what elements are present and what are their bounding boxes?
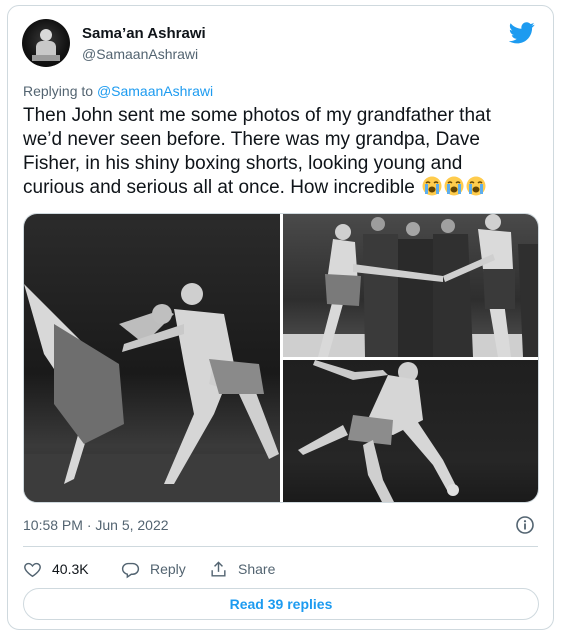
heart-icon [24, 562, 41, 577]
like-count: 40.3K [52, 561, 89, 577]
avatar[interactable] [22, 19, 70, 67]
like-button[interactable]: 40.3K [23, 554, 89, 584]
share-button[interactable]: Share [209, 554, 275, 584]
photo-dancer-leaning[interactable] [283, 360, 538, 502]
tweet-body: Then John sent me some photos of my gran… [23, 105, 491, 198]
tweet-header: Sama’an Ashrawi @SamaanAshrawi [22, 18, 539, 68]
author-name[interactable]: Sama’an Ashrawi [82, 25, 206, 42]
crying-face-emoji-icon [422, 176, 442, 196]
replying-prefix: Replying to [23, 83, 97, 99]
crying-face-emoji-icon [444, 176, 464, 196]
author-handle[interactable]: @SamaanAshrawi [82, 46, 198, 62]
reply-mention-link[interactable]: @SamaanAshrawi [97, 83, 213, 99]
crying-face-emoji-icon [466, 176, 486, 196]
reply-button[interactable]: Reply [121, 554, 186, 584]
replying-to: Replying to @SamaanAshrawi [23, 83, 213, 99]
photo-dancers-lunge[interactable] [24, 214, 280, 502]
tweet-card: Sama’an Ashrawi @SamaanAshrawi Replying … [7, 5, 554, 630]
info-icon[interactable] [515, 515, 535, 535]
share-label: Share [238, 561, 276, 577]
share-upload-icon [211, 560, 226, 577]
reply-label: Reply [150, 561, 186, 577]
photo-group-stage[interactable] [283, 214, 538, 357]
tweet-actions: 40.3K Reply Share [23, 554, 543, 584]
reply-bubble-icon [121, 562, 140, 578]
divider [23, 546, 538, 547]
media-grid [23, 213, 539, 503]
read-replies-button[interactable]: Read 39 replies [23, 588, 539, 620]
twitter-bird-icon[interactable] [509, 22, 535, 44]
tweet-timestamp[interactable]: 10:58 PM · Jun 5, 2022 [23, 517, 169, 533]
tweet-text: Then John sent me some photos of my gran… [23, 104, 523, 200]
